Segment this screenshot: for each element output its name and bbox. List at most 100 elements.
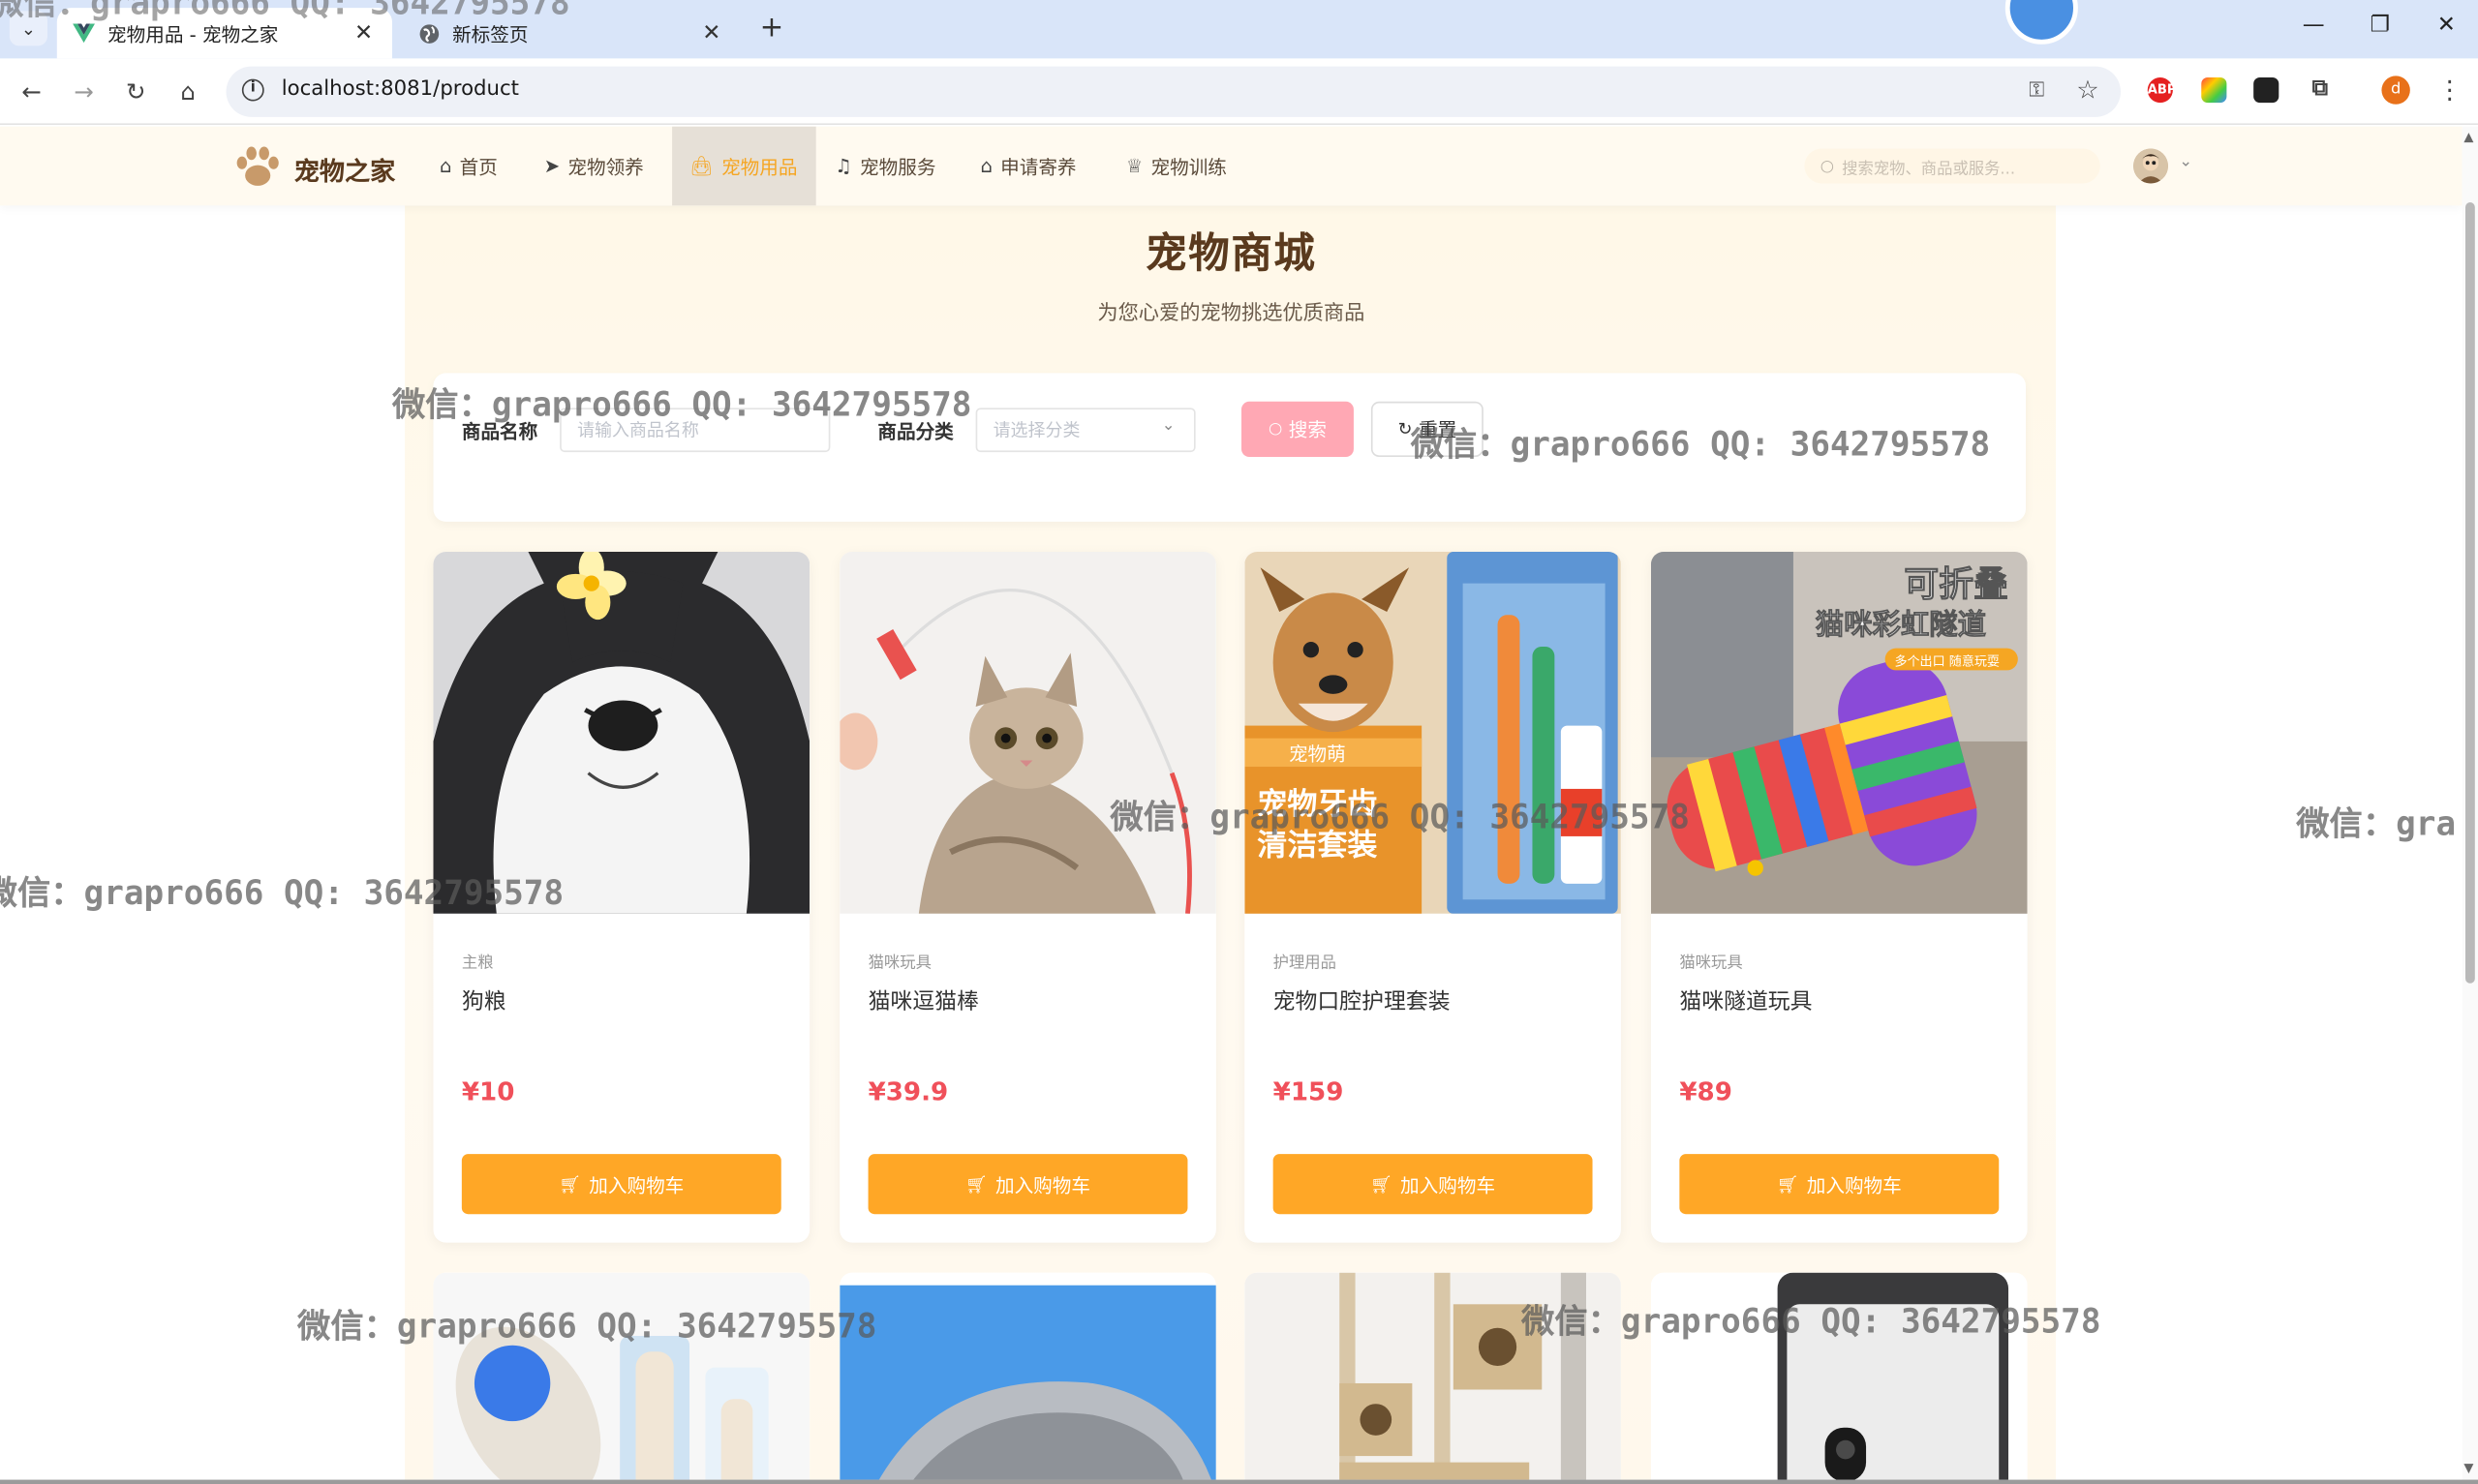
product-category: 主粮	[461, 954, 494, 973]
product-name[interactable]: 猫咪逗猫棒	[869, 984, 979, 1016]
color-extension-icon[interactable]	[2201, 77, 2227, 104]
tab-title: 宠物用品 - 宠物之家	[107, 22, 279, 45]
category-filter-label: 商品分类	[877, 420, 954, 443]
close-tab-icon[interactable]: ✕	[352, 20, 377, 45]
product-image[interactable]: 可折叠 猫咪彩虹隧道 多个出口 随意玩耍	[1650, 551, 2028, 914]
nav-home[interactable]: ⌂ 首页	[440, 127, 498, 206]
browser-toolbar: ← → ↻ ⌂ i localhost:8081/product ⚿ ☆ ABP…	[0, 58, 2478, 126]
nav-label: 宠物领养	[567, 155, 644, 178]
product-image[interactable]	[1650, 1272, 2028, 1480]
new-tab-button[interactable]: +	[756, 12, 788, 45]
product-image[interactable]	[840, 1272, 1216, 1480]
url-text[interactable]: localhost:8081/product	[282, 77, 519, 101]
reset-button-label: 重置	[1419, 418, 1457, 441]
search-icon: ○	[1820, 157, 1834, 175]
reload-icon[interactable]: ↻	[120, 76, 152, 107]
scrollbar-thumb[interactable]	[2465, 202, 2475, 984]
add-to-cart-label: 加入购物车	[1806, 1173, 1902, 1196]
address-bar[interactable]: i localhost:8081/product ⚿ ☆	[226, 66, 2121, 117]
product-category: 猫咪玩具	[1679, 954, 1743, 973]
search-icon: ○	[1268, 420, 1283, 439]
cart-icon: 🛒︎	[559, 1173, 582, 1195]
tab-search-button[interactable]: ⌄	[9, 11, 47, 46]
key-icon[interactable]: ⚿	[2029, 79, 2044, 103]
product-image[interactable]	[1244, 1272, 1621, 1480]
horizontal-scrollbar[interactable]	[0, 1479, 2478, 1484]
reset-button[interactable]: ↻ 重置	[1370, 401, 1484, 457]
product-price: ¥159	[1272, 1076, 1344, 1107]
product-category: 护理用品	[1272, 954, 1336, 973]
send-icon: ➤	[543, 155, 561, 177]
nav-foster[interactable]: ⌂ 申请寄养	[981, 127, 1077, 206]
product-name-input[interactable]: 请输入商品名称	[560, 408, 831, 453]
image-title-text: 猫咪彩虹隧道	[1816, 608, 1987, 641]
add-to-cart-button[interactable]: 🛒︎ 加入购物车	[1679, 1154, 2000, 1215]
bookmarks-extension-icon[interactable]	[2253, 77, 2279, 104]
filter-panel: 商品名称 请输入商品名称 商品分类 请选择分类 ⌄ ○ 搜索 ↻ 重置	[433, 373, 2027, 522]
product-card[interactable]	[1244, 1272, 1621, 1480]
bag-icon: 👜︎	[689, 155, 714, 177]
site-info-icon[interactable]: i	[241, 78, 264, 102]
add-to-cart-label: 加入购物车	[1400, 1173, 1496, 1196]
minimize-button[interactable]: —	[2298, 13, 2330, 45]
scroll-up-icon[interactable]: ▲	[2463, 130, 2473, 144]
profile-bubble-icon[interactable]	[2004, 0, 2078, 45]
brand-name: 宠物之家	[293, 156, 396, 187]
adblock-extension-icon[interactable]: ABP	[2147, 77, 2176, 104]
extensions-puzzle-icon[interactable]: ⧉	[2307, 77, 2333, 104]
bookmark-star-icon[interactable]: ☆	[2076, 75, 2098, 105]
nav-training[interactable]: ♕ 宠物训练	[1126, 127, 1227, 206]
product-name[interactable]: 宠物口腔护理套装	[1273, 984, 1451, 1016]
product-image[interactable]	[433, 1272, 811, 1480]
cart-icon: 🛒︎	[1370, 1173, 1392, 1195]
nav-supplies[interactable]: 👜︎ 宠物用品	[672, 126, 816, 206]
tab-product-page[interactable]: 宠物用品 - 宠物之家 ✕	[56, 8, 393, 59]
product-card[interactable]: 猫咪玩具 猫咪逗猫棒 ¥39.9 🛒︎ 加入购物车	[840, 551, 1216, 1243]
nav-services[interactable]: ♫ 宠物服务	[835, 127, 935, 206]
product-card[interactable]	[1650, 1272, 2028, 1480]
product-name[interactable]: 狗粮	[462, 984, 506, 1016]
add-to-cart-button[interactable]: 🛒︎ 加入购物车	[461, 1154, 781, 1215]
home-icon[interactable]: ⌂	[172, 76, 204, 107]
site-search-input[interactable]: ○ 搜索宠物、商品或服务...	[1804, 148, 2100, 184]
close-tab-icon[interactable]: ✕	[699, 20, 724, 45]
brand-logo[interactable]: 宠物之家	[232, 144, 395, 189]
product-name[interactable]: 猫咪隧道玩具	[1679, 984, 1812, 1016]
tab-title: 新标签页	[452, 22, 529, 45]
cart-icon: 🛒︎	[965, 1173, 988, 1195]
browser-menu-icon[interactable]: ⋮	[2437, 75, 2463, 105]
page-title: 宠物商城	[1146, 230, 1317, 279]
search-button-label: 搜索	[1288, 418, 1327, 441]
add-to-cart-button[interactable]: 🛒︎ 加入购物车	[868, 1154, 1188, 1215]
product-card[interactable]	[433, 1272, 811, 1480]
paw-logo-icon	[236, 146, 279, 186]
tab-new-tab[interactable]: 新标签页 ✕	[402, 8, 740, 58]
product-price: ¥39.9	[868, 1076, 949, 1107]
add-to-cart-label: 加入购物车	[994, 1173, 1090, 1196]
product-image[interactable]: 宠物萌 宠物牙齿 清洁套装	[1244, 551, 1621, 914]
browser-tab-bar: ⌄ 宠物用品 - 宠物之家 ✕ 新标签页 ✕ + — ❐ ✕	[0, 0, 2478, 59]
product-image[interactable]	[840, 551, 1216, 914]
vertical-scrollbar[interactable]: ▲ ▼	[2462, 126, 2478, 1480]
product-price: ¥89	[1679, 1076, 1732, 1107]
category-select[interactable]: 请选择分类 ⌄	[975, 408, 1196, 453]
user-avatar[interactable]	[2133, 148, 2168, 184]
forward-arrow-icon[interactable]: →	[68, 76, 100, 107]
restore-button[interactable]: ❐	[2364, 13, 2396, 45]
product-card[interactable]: 可折叠 猫咪彩虹隧道 多个出口 随意玩耍 猫咪玩具 猫咪隧道玩具 ¥89 🛒︎ …	[1650, 551, 2028, 1243]
search-button[interactable]: ○ 搜索	[1240, 401, 1354, 457]
close-window-button[interactable]: ✕	[2431, 13, 2463, 45]
product-card[interactable]: 主粮 狗粮 ¥10 🛒︎ 加入购物车	[433, 551, 811, 1243]
name-filter-label: 商品名称	[461, 420, 538, 443]
scroll-down-icon[interactable]: ▼	[2463, 1461, 2473, 1475]
product-card[interactable]	[840, 1272, 1216, 1480]
back-arrow-icon[interactable]: ←	[15, 76, 47, 107]
nav-label: 宠物用品	[721, 155, 798, 178]
add-to-cart-button[interactable]: 🛒︎ 加入购物车	[1272, 1154, 1593, 1215]
product-card[interactable]: 宠物萌 宠物牙齿 清洁套装 护理用品 宠物口腔护理套装 ¥159 🛒︎ 加入购物…	[1244, 551, 1621, 1243]
search-placeholder: 搜索宠物、商品或服务...	[1842, 160, 2016, 178]
chevron-down-icon[interactable]: ⌄	[2179, 153, 2192, 170]
nav-adoption[interactable]: ➤ 宠物领养	[544, 127, 644, 206]
product-image[interactable]	[433, 551, 811, 914]
profile-avatar[interactable]: d	[2381, 76, 2410, 105]
